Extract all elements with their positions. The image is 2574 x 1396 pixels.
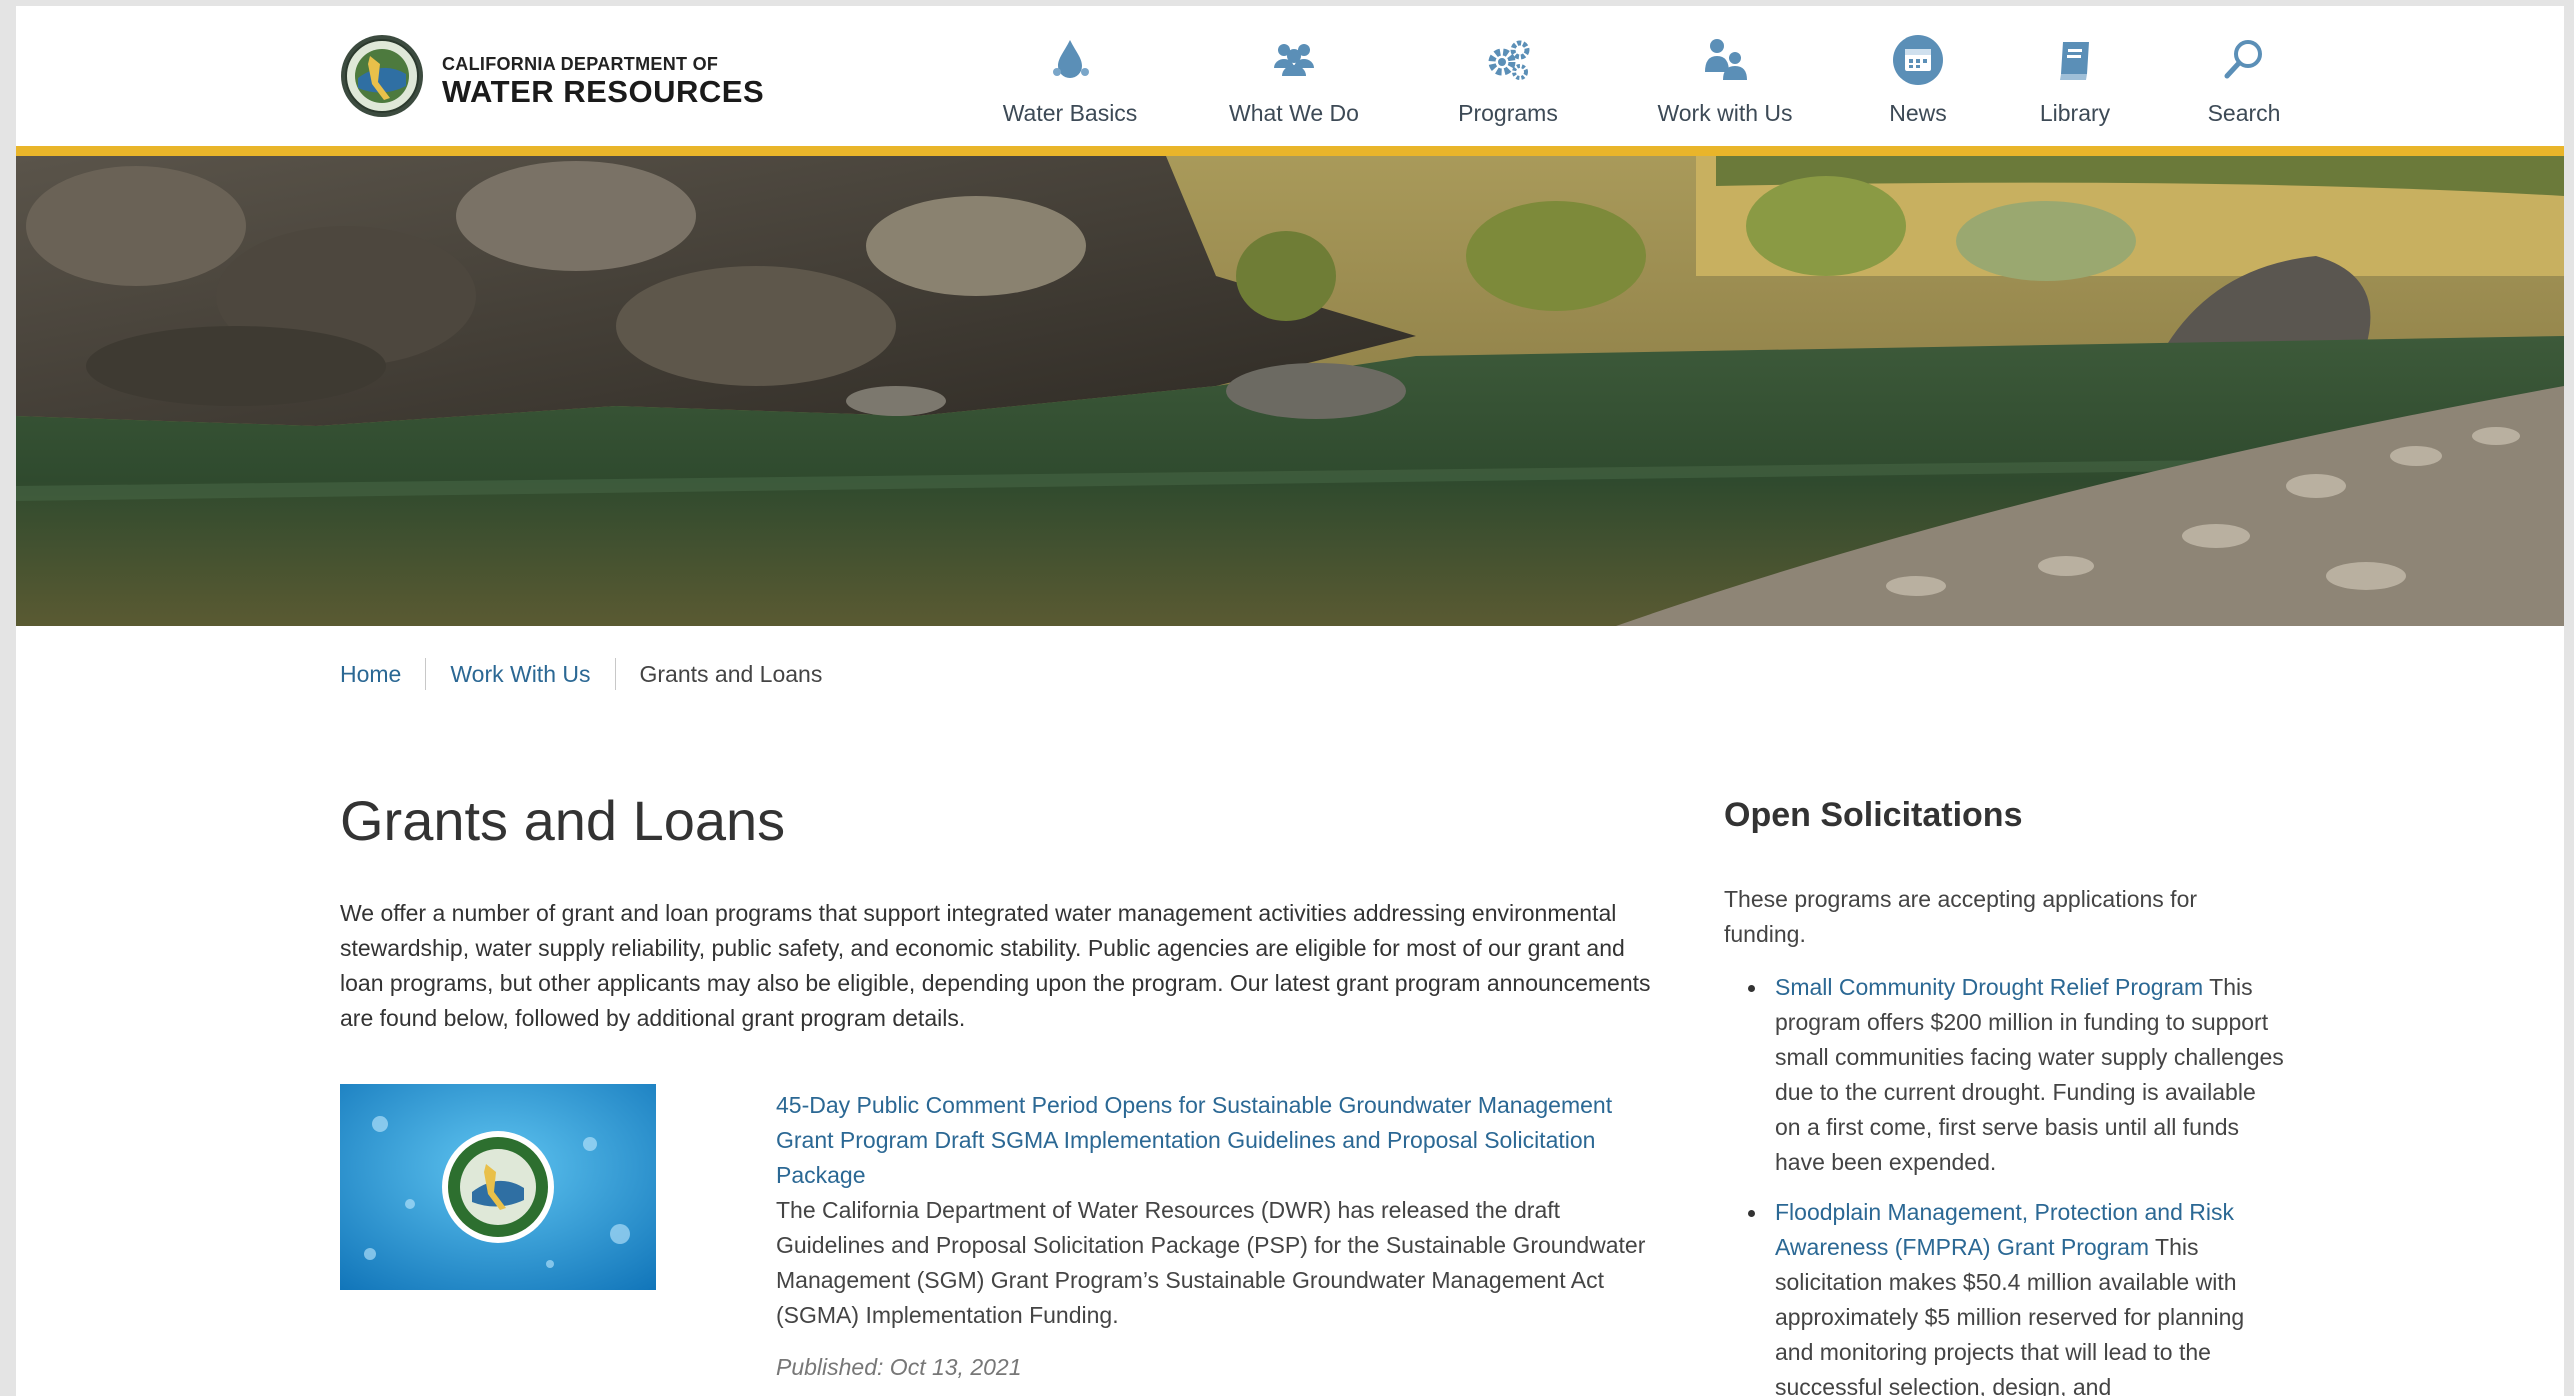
news-body: The California Department of Water Resou… <box>776 1197 1646 1328</box>
header-accent-bar <box>16 146 2564 156</box>
list-item: Floodplain Management, Protection and Ri… <box>1724 1195 2284 1396</box>
page: CALIFORNIA DEPARTMENT OF WATER RESOURCES… <box>16 6 2564 1396</box>
breadcrumb-home-link[interactable]: Home <box>340 661 401 688</box>
breadcrumb-work-with-us-link[interactable]: Work With Us <box>450 661 590 688</box>
breadcrumb-current: Grants and Loans <box>639 660 823 687</box>
nav-item-news[interactable]: News <box>1878 32 1958 127</box>
gears-icon <box>1488 40 1530 80</box>
solicitation-description: This program offers $200 million in fund… <box>1775 974 2284 1175</box>
logo-line-big: WATER RESOURCES <box>442 74 765 109</box>
list-item: Small Community Drought Relief Program T… <box>1724 970 2284 1180</box>
nav-item-work-with-us[interactable]: Work with Us <box>1650 32 1800 127</box>
page-title: Grants and Loans <box>340 789 786 852</box>
news-item: 45-Day Public Comment Period Opens for S… <box>776 1088 1666 1385</box>
news-title-link[interactable]: 45-Day Public Comment Period Opens for S… <box>776 1088 1666 1193</box>
logo-line-small: CALIFORNIA DEPARTMENT OF <box>442 54 719 74</box>
nav-label: Water Basics <box>1002 100 1138 126</box>
dwr-seal-icon <box>341 35 423 117</box>
nav-label: Programs <box>1458 100 1558 126</box>
news-published-date: Published: Oct 13, 2021 <box>776 1354 1022 1380</box>
site-header: CALIFORNIA DEPARTMENT OF WATER RESOURCES… <box>16 6 2564 156</box>
intro-paragraph: We offer a number of grant and loan prog… <box>340 900 1651 1031</box>
news-thumbnail-image[interactable] <box>340 1084 656 1290</box>
nav-label: Search <box>2207 100 2281 126</box>
nav-label: News <box>1889 100 1947 126</box>
sidebar-title: Open Solicitations <box>1724 796 2023 834</box>
handshake-people-icon <box>1705 39 1747 80</box>
search-icon <box>2224 40 2262 79</box>
nav-item-what-we-do[interactable]: What We Do <box>1224 32 1364 127</box>
site-logo[interactable]: CALIFORNIA DEPARTMENT OF WATER RESOURCES <box>340 34 800 124</box>
breadcrumb-divider <box>614 658 616 690</box>
sidebar-intro: These programs are accepting application… <box>1724 886 2198 947</box>
breadcrumb-divider <box>425 658 427 690</box>
nav-label: Work with Us <box>1657 100 1793 126</box>
solicitation-link[interactable]: Small Community Drought Relief Program <box>1775 974 2203 1000</box>
water-drop-icon <box>1053 40 1089 78</box>
nav-item-water-basics[interactable]: Water Basics <box>1000 32 1140 127</box>
breadcrumb: Home Work With Us Grants and Loans <box>340 656 822 692</box>
nav-label: Library <box>2039 100 2111 126</box>
nav-item-search[interactable]: Search <box>2194 32 2294 127</box>
hero-river-image <box>16 156 2564 626</box>
book-icon <box>2060 42 2089 80</box>
nav-label: What We Do <box>1229 100 1359 126</box>
people-group-icon <box>1274 44 1314 76</box>
nav-item-programs[interactable]: Programs <box>1448 32 1568 127</box>
solicitations-list: Small Community Drought Relief Program T… <box>1724 970 2284 1396</box>
calendar-icon <box>1893 35 1943 85</box>
nav-item-library[interactable]: Library <box>2030 32 2120 127</box>
